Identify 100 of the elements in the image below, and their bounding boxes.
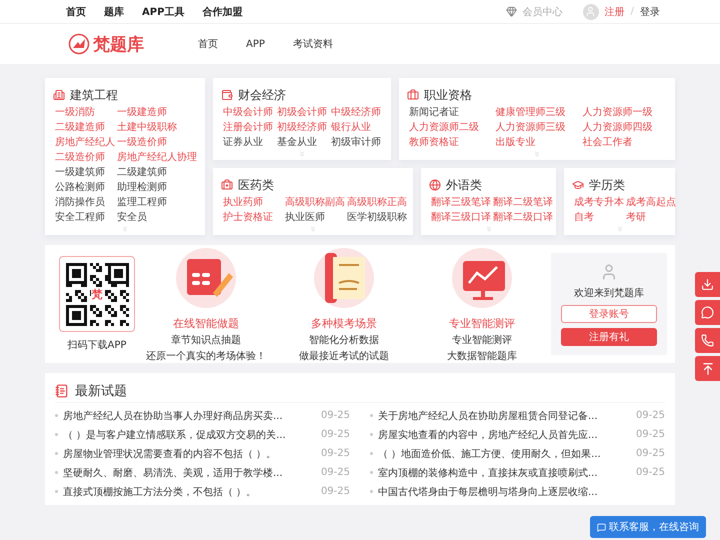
question-link[interactable]: 房屋实地查看的内容中，房地产经纪人员首先应... [378,428,631,442]
exam-link[interactable]: 教师资格证 [409,135,494,150]
exam-link[interactable]: 安全员 [117,210,197,225]
bullet [370,471,373,474]
exam-link[interactable]: 二级建造师 [55,120,115,135]
exam-link[interactable]: 执业医师 [285,210,345,225]
exam-link[interactable]: 社会工作者 [582,135,667,150]
header-nav-link[interactable]: APP [246,38,265,50]
question-date: 09-25 [320,467,350,478]
exam-link[interactable]: 初级审计师 [331,135,384,150]
chat-icon [701,306,714,319]
exam-link[interactable]: 新闻记者证 [409,105,494,120]
exam-link[interactable]: 翻译二级口译 [493,210,553,225]
login-button[interactable]: 登录账号 [561,304,657,322]
exam-link[interactable]: 基金从业 [277,135,330,150]
expand-icon[interactable] [533,150,542,158]
member-center-link[interactable]: 会员中心 [522,4,563,18]
register-button[interactable]: 注册有礼 [561,328,657,346]
exam-link[interactable]: 翻译三级笔译 [431,195,491,210]
header-nav-link[interactable]: 考试资料 [292,37,333,51]
exam-link[interactable]: 一级建筑师 [55,165,115,180]
exam-link[interactable]: 健康管理师三级 [496,105,580,120]
exam-link[interactable]: 考研 [626,210,676,225]
question-link[interactable]: （ ）地面造价低、施工方便、使用耐久，但如果... [378,446,631,460]
exam-link[interactable]: 土建中级职称 [117,120,197,135]
exam-link[interactable]: 高级职称副高 [285,195,345,210]
exam-link[interactable]: 消防操作员 [55,195,115,210]
expand-icon[interactable] [309,225,317,233]
question-date: 09-25 [636,410,665,421]
bullet [370,414,373,417]
exam-link[interactable]: 监理工程师 [117,195,197,210]
top-nav-link[interactable]: 合作加盟 [202,4,242,18]
category-title: 医药类 [238,176,274,194]
question-date: 09-25 [636,429,665,440]
exam-link[interactable]: 翻译二级笔译 [493,195,553,210]
expand-icon[interactable] [616,225,624,233]
exam-link[interactable]: 一级消防 [55,105,115,120]
back-to-top-button[interactable] [695,356,720,381]
bullet [370,490,373,493]
notebook-icon [55,384,69,398]
question-link[interactable]: 直接式顶棚按施工方法分类，不包括（ ）。 [63,484,316,498]
exam-link[interactable]: 房地产经纪人协理 [117,150,197,165]
expand-icon[interactable] [484,225,492,233]
top-nav-link[interactable]: 题库 [104,4,124,18]
exam-link[interactable]: 护士资格证 [223,210,283,225]
bullet [370,452,373,455]
exam-link[interactable]: 一级造价师 [117,135,197,150]
question-link[interactable]: 关于房地产经纪人员在协助房屋租赁合同登记备... [378,408,631,422]
question-link[interactable]: 房地产经纪人员在协助当事人办理好商品房买卖... [63,408,316,422]
feature-description: 智能化分析数据 [309,334,379,347]
question-link[interactable]: 坚硬耐久、耐磨、易清洗、美观，适用于教学楼... [63,466,316,480]
exam-link[interactable]: 中级会计师 [223,105,276,120]
exam-link[interactable]: 人力资源师二级 [409,120,494,135]
exam-link[interactable]: 证券从业 [223,135,276,150]
exam-link[interactable]: 安全工程师 [55,210,115,225]
exam-link[interactable]: 高级职称正高 [347,195,407,210]
feature-description: 做最接近考试的试题 [299,350,389,363]
exam-link[interactable]: 医学初级职称 [347,210,407,225]
exam-link[interactable]: 人力资源师四级 [582,120,667,135]
expand-icon[interactable] [298,150,306,158]
exam-link[interactable]: 自考 [574,210,624,225]
exam-link[interactable]: 出版专业 [496,135,580,150]
exam-link[interactable]: 公路检测师 [55,180,115,195]
question-link[interactable]: 房屋物业管理状况需要查看的内容不包括（ ）。 [63,446,316,460]
exam-link[interactable]: 助理检测师 [117,180,197,195]
exam-link[interactable]: 人力资源师三级 [496,120,580,135]
phone-button[interactable] [695,328,720,353]
section-title: 最新试题 [75,382,127,400]
exam-link[interactable]: 中级经济师 [331,105,384,120]
diamond-icon [506,6,517,17]
exam-link[interactable]: 成考专升本 [574,195,624,210]
login-link[interactable]: 登录 [640,4,660,18]
avatar[interactable] [582,4,599,20]
customer-service-button[interactable]: 联系客服，在线咨询 [590,516,706,538]
exam-link[interactable]: 初级经济师 [277,120,330,135]
expand-icon[interactable] [121,225,129,233]
feature-title: 多种模考场景 [311,316,377,331]
exam-link[interactable]: 一级建造师 [117,105,197,120]
exam-link[interactable]: 执业药师 [223,195,283,210]
header-nav-link[interactable]: 首页 [198,37,218,51]
back-to-top-icon [700,362,714,376]
exam-link[interactable]: 注册会计师 [223,120,276,135]
download-button[interactable] [695,272,720,297]
exam-link[interactable]: 房地产经纪人 [55,135,115,150]
register-link[interactable]: 注册 [604,4,625,18]
question-link[interactable]: （ ）是与客户建立情感联系，促成双方交易的关... [63,428,316,442]
top-nav-link[interactable]: APP工具 [142,4,184,18]
exam-link[interactable]: 初级会计师 [277,105,330,120]
feature-description: 专业智能测评 [452,334,512,347]
top-nav-link[interactable]: 首页 [66,4,86,18]
exam-link[interactable]: 成考高起点 [626,195,676,210]
exam-link[interactable]: 银行从业 [331,120,384,135]
question-date: 09-25 [320,486,350,497]
exam-link[interactable]: 二级建筑师 [117,165,197,180]
exam-link[interactable]: 人力资源师一级 [582,105,667,120]
exam-link[interactable]: 二级造价师 [55,150,115,165]
exam-link[interactable]: 翻译三级口译 [431,210,491,225]
chat-button[interactable] [695,300,720,325]
question-link[interactable]: 中国古代塔身由于每层檐明与塔身向上逐层收缩... [378,484,665,498]
question-link[interactable]: 室内顶棚的装修构造中，直接抹灰或直接喷刷式... [378,466,631,480]
